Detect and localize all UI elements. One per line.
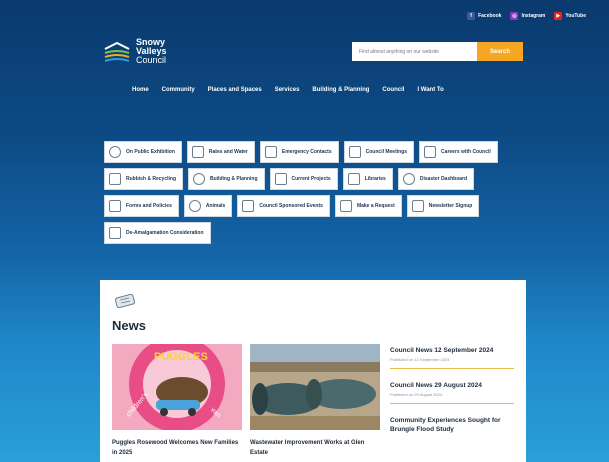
quick-link-label: Council Sponsored Events <box>259 203 323 209</box>
search-input[interactable] <box>352 42 477 61</box>
news-card[interactable]: Wastewater Improvement Works at Glen Est… <box>250 344 380 458</box>
megaphone-icon <box>339 200 352 212</box>
search-bar: Search <box>352 42 523 61</box>
quick-link-label: De-Amalgamation Consideration <box>126 230 204 236</box>
news-section: News PUGGLES children's van Puggles Rose… <box>100 280 526 462</box>
news-list-item[interactable]: Council News 29 August 2024 Published on… <box>390 381 514 404</box>
phone-icon <box>264 146 277 158</box>
facebook-label: Facebook <box>478 13 502 19</box>
quick-link-label: Council Meetings <box>365 149 408 155</box>
facebook-icon: f <box>467 12 476 20</box>
quick-link-label: Rates and Water <box>208 149 248 155</box>
news-card-image <box>250 344 380 430</box>
svg-text:PUGGLES: PUGGLES <box>154 351 208 363</box>
news-item-date: Published on 12 September 2024 <box>390 357 450 362</box>
nav-home[interactable]: Home <box>132 87 149 93</box>
quick-link-libraries[interactable]: Libraries <box>342 168 393 190</box>
quick-link-make-request[interactable]: Make a Request <box>334 195 402 217</box>
nav-community[interactable]: Community <box>162 87 195 93</box>
news-list-item[interactable]: Community Experiences Sought for Brungle… <box>390 416 514 440</box>
nav-i-want-to[interactable]: I Want To <box>417 87 443 93</box>
logo-text: Snowy Valleys Council <box>136 38 167 65</box>
instagram-label: Instagram <box>521 13 546 19</box>
search-button[interactable]: Search <box>477 42 523 61</box>
quick-link-label: Rubbish & Recycling <box>126 176 177 182</box>
puggles-van-image: PUGGLES children's van <box>112 344 242 430</box>
newsletter-icon <box>411 200 424 212</box>
calendar-icon <box>242 200 255 212</box>
news-card-title: Puggles Rosewood Welcomes New Families i… <box>112 440 239 456</box>
quick-link-label: Libraries <box>364 176 386 182</box>
quick-link-label: Forms and Policies <box>126 203 172 209</box>
quick-link-label: On Public Exhibition <box>126 149 175 155</box>
rates-icon <box>191 146 204 158</box>
quick-link-label: Building & Planning <box>210 176 258 182</box>
quick-link-council-meetings[interactable]: Council Meetings <box>343 141 415 163</box>
page: f Facebook ◎ Instagram ▶ YouTube Snowy V… <box>12 8 600 462</box>
quick-link-rubbish[interactable]: Rubbish & Recycling <box>104 168 184 190</box>
social-bar: f Facebook ◎ Instagram ▶ YouTube <box>467 12 586 20</box>
council-logo[interactable]: Snowy Valleys Council <box>104 38 167 65</box>
bin-icon <box>109 173 121 185</box>
news-item-title: Council News 29 August 2024 <box>390 382 482 389</box>
quick-link-emergency-contacts[interactable]: Emergency Contacts <box>259 141 339 163</box>
news-item-title: Council News 12 September 2024 <box>390 347 494 354</box>
careers-icon <box>424 146 437 158</box>
quick-link-public-exhibition[interactable]: On Public Exhibition <box>104 141 182 163</box>
alert-icon <box>402 173 415 185</box>
news-card-image: PUGGLES children's van <box>112 344 242 430</box>
news-card-title: Wastewater Improvement Works at Glen Est… <box>250 440 365 456</box>
quick-link-label: Current Projects <box>291 176 331 182</box>
youtube-link[interactable]: ▶ YouTube <box>554 12 586 20</box>
news-side-list: Council News 12 September 2024 Published… <box>390 346 514 452</box>
quick-link-label: Make a Request <box>356 203 395 209</box>
quick-link-sponsored-events[interactable]: Council Sponsored Events <box>237 195 330 217</box>
quick-link-de-amalgamation[interactable]: De-Amalgamation Consideration <box>104 222 211 244</box>
main-nav: Home Community Places and Spaces Service… <box>132 87 444 93</box>
quick-link-current-projects[interactable]: Current Projects <box>269 168 338 190</box>
wastewater-tanks-image <box>250 344 380 430</box>
exhibition-icon <box>109 146 121 158</box>
news-heading: News <box>112 318 146 333</box>
meetings-icon <box>348 146 361 158</box>
quick-link-label: Disaster Dashboard <box>419 176 468 182</box>
quick-link-forms-policies[interactable]: Forms and Policies <box>104 195 179 217</box>
planning-icon <box>193 173 206 185</box>
quick-link-label: Newsletter Signup <box>428 203 473 209</box>
youtube-icon: ▶ <box>554 12 563 20</box>
nav-council[interactable]: Council <box>382 87 404 93</box>
quick-link-rates-water[interactable]: Rates and Water <box>186 141 255 163</box>
quick-link-label: Emergency Contacts <box>281 149 332 155</box>
news-item-title: Community Experiences Sought for Brungle… <box>390 417 501 433</box>
quick-link-newsletter[interactable]: Newsletter Signup <box>406 195 480 217</box>
building-icon <box>109 227 121 239</box>
nav-places-and-spaces[interactable]: Places and Spaces <box>208 87 262 93</box>
quick-links: On Public Exhibition Rates and Water Eme… <box>104 141 534 244</box>
quick-link-careers[interactable]: Careers with Council <box>419 141 498 163</box>
library-icon <box>347 173 360 185</box>
news-item-date: Published on 29 August 2024 <box>390 392 443 397</box>
quick-link-building-planning[interactable]: Building & Planning <box>188 168 265 190</box>
quick-link-disaster-dashboard[interactable]: Disaster Dashboard <box>397 168 475 190</box>
news-card[interactable]: PUGGLES children's van Puggles Rosewood … <box>112 344 242 458</box>
nav-building-planning[interactable]: Building & Planning <box>312 87 369 93</box>
quick-link-animals[interactable]: Animals <box>183 195 233 217</box>
logo-mark-icon <box>104 41 130 62</box>
facebook-link[interactable]: f Facebook <box>467 12 501 20</box>
quick-link-label: Careers with Council <box>441 149 491 155</box>
nav-services[interactable]: Services <box>275 87 300 93</box>
news-list-item[interactable]: Council News 12 September 2024 Published… <box>390 346 514 369</box>
projects-icon <box>274 173 287 185</box>
quick-link-label: Animals <box>205 203 226 209</box>
newspaper-icon <box>114 294 136 308</box>
youtube-label: YouTube <box>565 13 586 19</box>
forms-icon <box>109 200 121 212</box>
instagram-link[interactable]: ◎ Instagram <box>510 12 545 20</box>
instagram-icon: ◎ <box>510 12 519 20</box>
paw-icon <box>188 200 201 212</box>
logo-line-3: Council <box>136 55 167 65</box>
